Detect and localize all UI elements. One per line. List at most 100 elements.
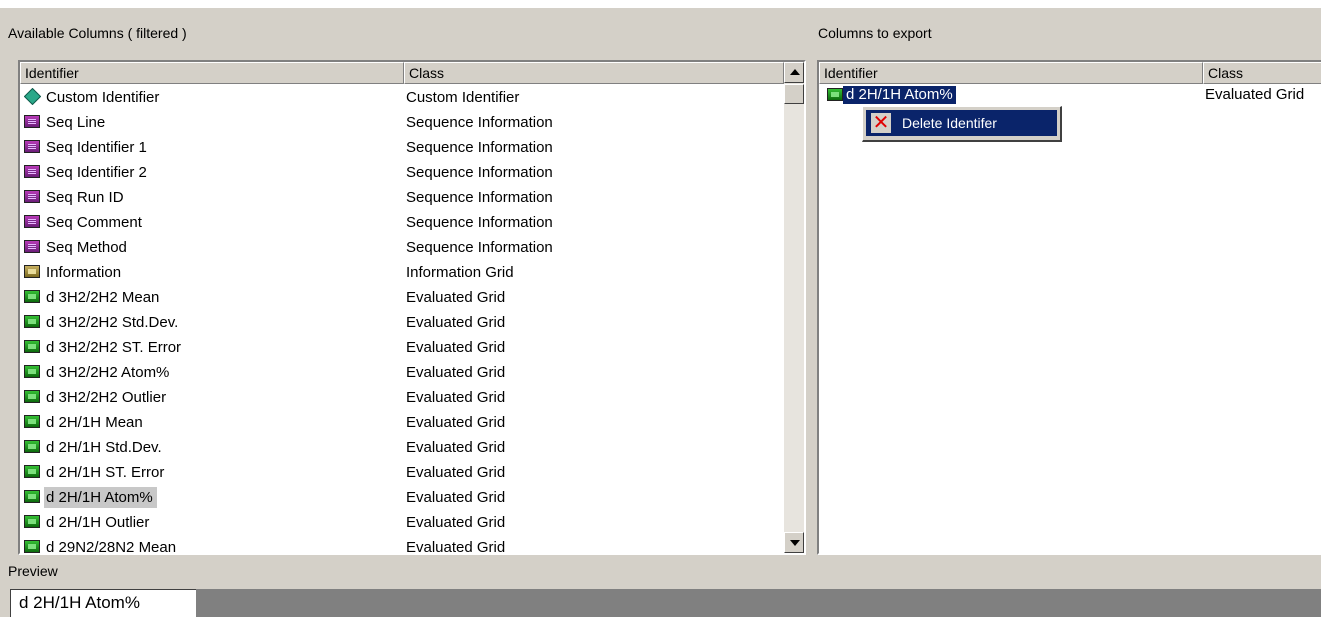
available-row[interactable]: Seq Identifier 2 Sequence Information [20,160,780,185]
green-grid-icon [24,440,40,453]
purple-grid-icon [24,240,40,253]
row-class: Sequence Information [406,239,553,256]
row-identifier: Seq Identifier 2 [46,164,147,181]
green-grid-icon [24,415,40,428]
top-strip [0,0,1321,8]
available-row[interactable]: d 3H2/2H2 Mean Evaluated Grid [20,285,780,310]
row-identifier: Information [46,264,122,281]
row-identifier: Seq Comment [46,214,142,231]
available-row[interactable]: d 2H/1H Mean Evaluated Grid [20,410,780,435]
row-identifier: d 2H/1H Atom% [44,487,157,508]
row-identifier: Custom Identifier [46,89,160,106]
available-row[interactable]: d 2H/1H Std.Dev. Evaluated Grid [20,435,780,460]
row-class: Evaluated Grid [406,339,506,356]
delete-identifier-label: Delete Identifer [902,115,997,131]
row-class: Evaluated Grid [406,414,506,431]
row-identifier: d 3H2/2H2 Mean [46,289,160,306]
row-class: Evaluated Grid [406,539,506,555]
row-class: Evaluated Grid [406,489,506,506]
arrow-up-icon [790,69,800,75]
available-row[interactable]: d 3H2/2H2 Outlier Evaluated Grid [20,385,780,410]
available-class-header[interactable]: Class [404,62,784,84]
green-grid-icon [24,365,40,378]
green-grid-icon [827,88,843,101]
row-class: Sequence Information [406,214,553,231]
purple-grid-icon [24,140,40,153]
row-identifier: d 2H/1H ST. Error [46,464,165,481]
context-menu: ✕ Delete Identifer [862,106,1062,142]
row-identifier: d 3H2/2H2 Atom% [46,364,170,381]
green-grid-icon [24,540,40,553]
row-identifier: d 29N2/28N2 Mean [46,539,177,555]
export-identifier-header[interactable]: Identifier [819,62,1203,84]
available-row[interactable]: Seq Run ID Sequence Information [20,185,780,210]
red-x-icon: ✕ [871,112,891,134]
available-row[interactable]: Seq Method Sequence Information [20,235,780,260]
row-class: Evaluated Grid [406,514,506,531]
available-row[interactable]: d 29N2/28N2 Mean Evaluated Grid [20,535,780,555]
export-row[interactable]: d 2H/1H Atom% Evaluated Grid [819,84,1321,106]
green-grid-icon [24,390,40,403]
purple-grid-icon [24,215,40,228]
available-row[interactable]: d 3H2/2H2 Std.Dev. Evaluated Grid [20,310,780,335]
row-class: Evaluated Grid [406,464,506,481]
available-row[interactable]: d 3H2/2H2 Atom% Evaluated Grid [20,360,780,385]
available-row[interactable]: d 2H/1H Outlier Evaluated Grid [20,510,780,535]
available-row[interactable]: d 2H/1H ST. Error Evaluated Grid [20,460,780,485]
row-class: Evaluated Grid [406,364,506,381]
row-identifier: Seq Run ID [46,189,124,206]
scroll-thumb[interactable] [784,84,804,104]
available-row[interactable]: Information Information Grid [20,260,780,285]
row-class: Evaluated Grid [406,314,506,331]
row-identifier: d 3H2/2H2 Std.Dev. [46,314,179,331]
row-class: Information Grid [406,264,514,281]
delete-identifier-menu-item[interactable]: ✕ Delete Identifer [866,110,1057,136]
arrow-down-icon [790,540,800,546]
preview-bar [10,589,1321,617]
row-class: Sequence Information [406,164,553,181]
green-grid-icon [24,290,40,303]
green-grid-icon [24,490,40,503]
purple-grid-icon [24,190,40,203]
row-identifier: d 3H2/2H2 ST. Error [46,339,182,356]
available-columns-title: Available Columns ( filtered ) [8,25,187,41]
green-grid-icon [24,465,40,478]
export-row-identifier: d 2H/1H Atom% [843,86,956,104]
export-class-header[interactable]: Class [1203,62,1321,84]
available-row[interactable]: d 3H2/2H2 ST. Error Evaluated Grid [20,335,780,360]
row-identifier: d 2H/1H Outlier [46,514,150,531]
row-class: Sequence Information [406,189,553,206]
green-grid-icon [24,315,40,328]
scroll-up-button[interactable] [784,62,804,83]
row-class: Evaluated Grid [406,289,506,306]
available-row[interactable]: Seq Comment Sequence Information [20,210,780,235]
purple-grid-icon [24,165,40,178]
row-identifier: Seq Identifier 1 [46,139,147,156]
available-row[interactable]: Seq Identifier 1 Sequence Information [20,135,780,160]
available-row[interactable]: Custom Identifier Custom Identifier [20,85,780,110]
available-columns-list[interactable]: Identifier Class Custom Identifier Custom… [18,60,806,555]
row-identifier: d 2H/1H Mean [46,414,143,431]
row-class: Sequence Information [406,139,553,156]
row-identifier: Seq Method [46,239,127,256]
purple-grid-icon [24,115,40,128]
row-class: Custom Identifier [406,89,520,106]
export-row-class: Evaluated Grid [1205,86,1305,103]
available-vertical-scrollbar[interactable] [784,62,804,553]
available-identifier-header[interactable]: Identifier [20,62,404,84]
olive-grid-icon [24,265,40,278]
available-row[interactable]: d 2H/1H Atom% Evaluated Grid [20,485,780,510]
green-grid-icon [24,515,40,528]
green-grid-icon [24,340,40,353]
row-identifier: Seq Line [46,114,106,131]
export-columns-title: Columns to export [818,25,932,41]
row-class: Evaluated Grid [406,439,506,456]
preview-label: Preview [8,563,58,579]
diamond-icon [23,87,42,106]
row-identifier: d 2H/1H Std.Dev. [46,439,162,456]
available-row[interactable]: Seq Line Sequence Information [20,110,780,135]
row-class: Evaluated Grid [406,389,506,406]
row-identifier: d 3H2/2H2 Outlier [46,389,167,406]
scroll-down-button[interactable] [784,532,804,553]
row-class: Sequence Information [406,114,553,131]
